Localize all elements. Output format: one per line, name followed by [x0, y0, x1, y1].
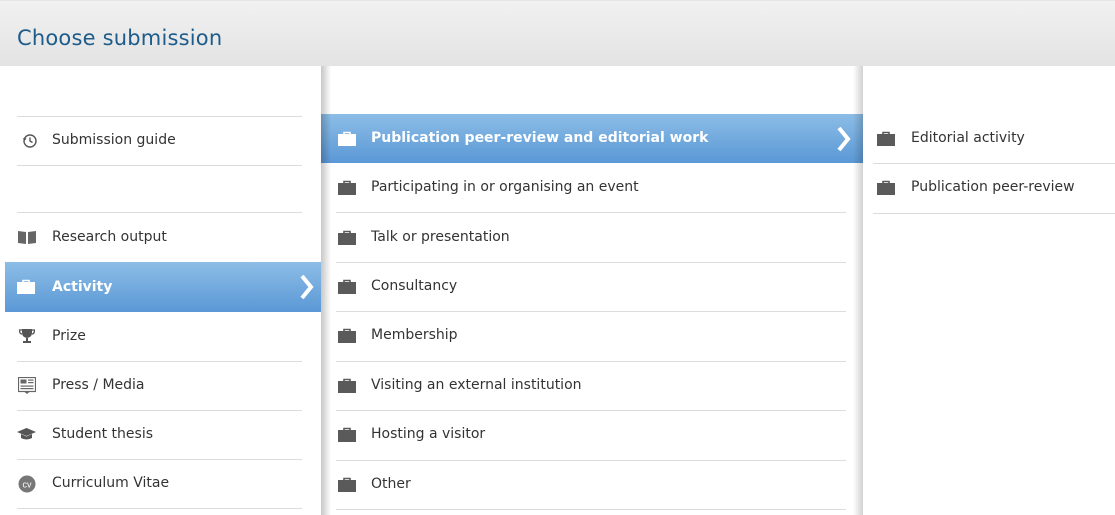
briefcase-icon: [338, 427, 356, 442]
menu-item-prize[interactable]: Prize: [0, 312, 321, 361]
briefcase-icon: [338, 328, 356, 343]
column-shadow: [853, 66, 863, 515]
menu-item-label: Other: [371, 476, 411, 492]
briefcase-icon: [17, 279, 35, 294]
menu-item-label: Visiting an external institution: [371, 377, 582, 393]
briefcase-icon: [877, 131, 895, 146]
menu-item-label: Publication peer-review and editorial wo…: [371, 130, 709, 146]
menu-item-label: Talk or presentation: [371, 229, 510, 245]
menu-item-hosting-visitor[interactable]: Hosting a visitor: [321, 410, 863, 459]
menu-item-membership[interactable]: Membership: [321, 311, 863, 360]
menu-item-publication-peer-review[interactable]: Publication peer-review: [863, 163, 1115, 212]
menu-item-label: Prize: [52, 328, 86, 344]
divider: [17, 165, 302, 166]
menu-item-label: Submission guide: [52, 132, 176, 148]
briefcase-icon: [877, 180, 895, 195]
divider: [17, 508, 302, 509]
menu-item-label: Participating in or organising an event: [371, 179, 639, 195]
cv-icon: cv: [18, 475, 36, 493]
briefcase-icon: [338, 180, 356, 195]
briefcase-icon: [338, 131, 356, 146]
subcategory-column: Publication peer-review and editorial wo…: [321, 66, 863, 515]
svg-text:cv: cv: [23, 480, 33, 490]
briefcase-icon: [338, 378, 356, 393]
briefcase-icon: [338, 279, 356, 294]
menu-item-label: Press / Media: [52, 377, 145, 393]
menu-item-student-thesis[interactable]: Student thesis: [0, 410, 321, 459]
menu-item-activity[interactable]: Activity: [5, 262, 321, 312]
column-shadow: [321, 66, 331, 515]
menu-item-publication-peer-review-editorial[interactable]: Publication peer-review and editorial wo…: [321, 114, 863, 163]
menu-item-press-media[interactable]: Press / Media: [0, 361, 321, 410]
briefcase-icon: [338, 230, 356, 245]
dialog-header: Choose submission: [0, 0, 1115, 66]
dialog-title: Choose submission: [17, 26, 223, 50]
menu-item-other[interactable]: Other: [321, 460, 863, 509]
menu-item-submission-guide[interactable]: Submission guide: [0, 116, 321, 165]
menu-item-research-output[interactable]: Research output: [0, 213, 321, 262]
chevron-right-icon: [837, 126, 851, 152]
newspaper-icon: [18, 377, 36, 394]
menu-item-label: Research output: [52, 229, 167, 245]
menu-item-editorial-activity[interactable]: Editorial activity: [863, 114, 1115, 163]
type-column: Editorial activity Publication peer-revi…: [863, 66, 1115, 515]
menu-item-label: Membership: [371, 327, 458, 343]
menu-item-visiting-institution[interactable]: Visiting an external institution: [321, 361, 863, 410]
book-icon: [18, 231, 36, 244]
menu-item-talk-presentation[interactable]: Talk or presentation: [321, 213, 863, 262]
menu-item-label: Curriculum Vitae: [52, 475, 170, 491]
menu-item-label: Publication peer-review: [911, 179, 1075, 195]
menu-item-label: Activity: [52, 279, 113, 295]
menu-item-label: Consultancy: [371, 278, 458, 294]
menu-item-curriculum-vitae[interactable]: cv Curriculum Vitae: [0, 459, 321, 508]
menu-item-participating-event[interactable]: Participating in or organising an event: [321, 163, 863, 212]
category-column: Submission guide Research output Activit…: [0, 66, 321, 515]
menu-item-consultancy[interactable]: Consultancy: [321, 262, 863, 311]
briefcase-icon: [338, 477, 356, 492]
menu-item-label: Student thesis: [52, 426, 154, 442]
menu-item-label: Hosting a visitor: [371, 426, 486, 442]
graduation-cap-icon: [17, 428, 36, 440]
menu-item-label: Editorial activity: [911, 130, 1025, 146]
chevron-right-icon: [300, 274, 314, 300]
history-icon: [23, 134, 37, 148]
divider: [336, 509, 846, 510]
divider: [873, 213, 1115, 214]
trophy-icon: [19, 329, 35, 343]
